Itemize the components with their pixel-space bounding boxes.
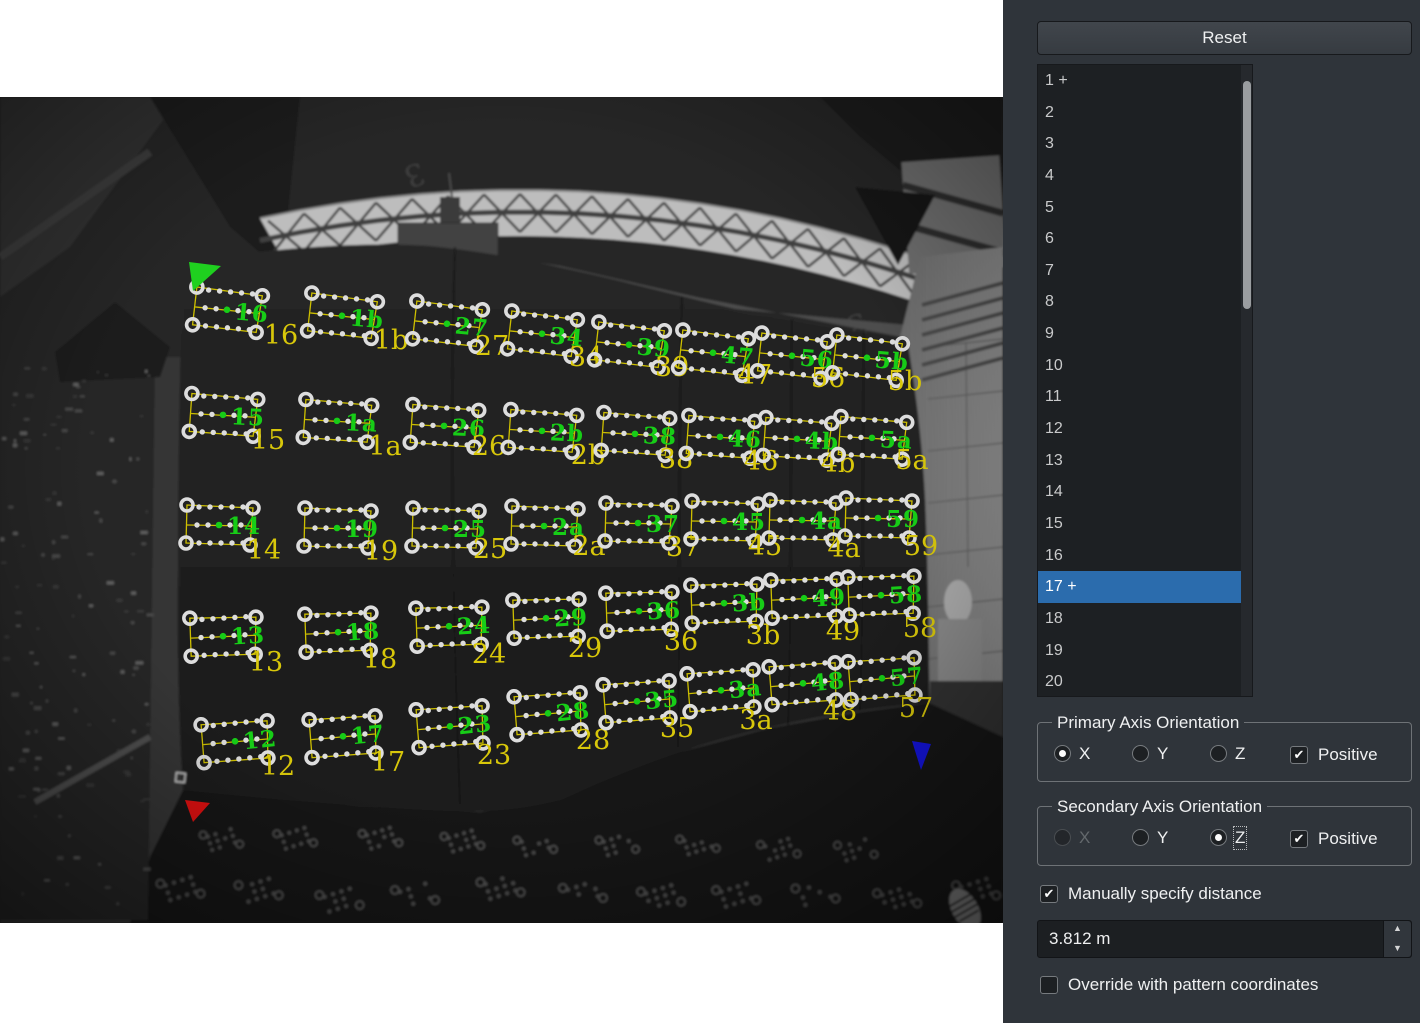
primary-radio-label-x: X bbox=[1079, 744, 1090, 764]
distance-value[interactable]: 3.812 m bbox=[1049, 929, 1110, 949]
svg-text:18: 18 bbox=[363, 644, 397, 675]
reset-button[interactable]: Reset bbox=[1037, 21, 1412, 55]
primary-radio-label-y: Y bbox=[1157, 744, 1168, 764]
secondary-radio-label-x: X bbox=[1079, 828, 1090, 848]
camera-view: 333 bbox=[0, 97, 1003, 923]
svg-text:3a: 3a bbox=[728, 674, 764, 704]
svg-text:19: 19 bbox=[364, 536, 398, 567]
svg-text:57: 57 bbox=[889, 662, 926, 692]
list-item-5[interactable]: 5 bbox=[1038, 192, 1243, 224]
list-item-6[interactable]: 6 bbox=[1038, 223, 1243, 255]
svg-text:1a: 1a bbox=[368, 431, 401, 462]
svg-text:24: 24 bbox=[456, 612, 492, 641]
svg-text:23: 23 bbox=[457, 710, 494, 740]
svg-text:36: 36 bbox=[646, 597, 682, 626]
svg-text:35: 35 bbox=[644, 685, 681, 715]
svg-text:48: 48 bbox=[823, 696, 857, 727]
svg-text:59: 59 bbox=[904, 531, 938, 562]
svg-text:5b: 5b bbox=[888, 366, 922, 397]
list-item-16[interactable]: 16 bbox=[1038, 540, 1243, 572]
primary-axis-group: Primary Axis Orientation XYZ Positive bbox=[1037, 722, 1412, 782]
list-item-19[interactable]: 19 bbox=[1038, 635, 1243, 667]
primary-positive-checkbox[interactable] bbox=[1290, 746, 1308, 764]
svg-text:1b: 1b bbox=[374, 325, 408, 356]
svg-text:48: 48 bbox=[810, 667, 847, 697]
secondary-radio-y[interactable] bbox=[1132, 829, 1149, 846]
list-item-11[interactable]: 11 bbox=[1038, 381, 1243, 413]
svg-text:58: 58 bbox=[903, 613, 937, 644]
svg-text:5a: 5a bbox=[895, 445, 928, 476]
list-scrollbar-thumb[interactable] bbox=[1243, 81, 1251, 309]
distance-spinbox[interactable]: 3.812 m ▲ ▼ bbox=[1037, 920, 1412, 958]
primary-radio-label-z: Z bbox=[1235, 744, 1245, 764]
svg-text:24: 24 bbox=[472, 639, 506, 670]
list-item-4[interactable]: 4 bbox=[1038, 160, 1243, 192]
secondary-axis-group: Secondary Axis Orientation XYZ Positive bbox=[1037, 806, 1412, 866]
primary-radio-y[interactable] bbox=[1132, 745, 1149, 762]
svg-text:58: 58 bbox=[888, 581, 924, 610]
primary-radio-x[interactable] bbox=[1054, 745, 1071, 762]
svg-text:15: 15 bbox=[251, 425, 285, 456]
manual-distance-checkbox[interactable] bbox=[1040, 885, 1058, 903]
list-item-18[interactable]: 18 bbox=[1038, 603, 1243, 635]
list-item-2[interactable]: 2 bbox=[1038, 97, 1243, 129]
svg-text:18: 18 bbox=[345, 618, 381, 647]
svg-text:16: 16 bbox=[264, 320, 298, 351]
primary-positive-label: Positive bbox=[1318, 745, 1378, 765]
svg-text:29: 29 bbox=[568, 633, 602, 664]
list-item-20[interactable]: 20 bbox=[1038, 666, 1243, 697]
svg-text:4a: 4a bbox=[810, 508, 843, 535]
svg-text:57: 57 bbox=[899, 693, 933, 724]
list-item-8[interactable]: 8 bbox=[1038, 286, 1243, 318]
list-item-7[interactable]: 7 bbox=[1038, 255, 1243, 287]
secondary-radio-label-z: Z bbox=[1235, 828, 1245, 848]
app-window: 333 bbox=[0, 0, 1420, 1023]
svg-text:49: 49 bbox=[826, 616, 860, 647]
list-item-15[interactable]: 15 bbox=[1038, 508, 1243, 540]
list-scrollbar[interactable] bbox=[1241, 65, 1252, 696]
list-item-12[interactable]: 12 bbox=[1038, 413, 1243, 445]
svg-text:17: 17 bbox=[371, 747, 405, 778]
list-item-1[interactable]: 1 + bbox=[1038, 65, 1243, 97]
spin-up-icon[interactable]: ▲ bbox=[1384, 923, 1411, 941]
settings-panel: Reset 1 +234567891011121314151617 +18192… bbox=[1003, 0, 1420, 1023]
svg-text:59: 59 bbox=[886, 506, 920, 533]
svg-text:34: 34 bbox=[569, 342, 603, 373]
secondary-positive-label: Positive bbox=[1318, 829, 1378, 849]
list-item-13[interactable]: 13 bbox=[1038, 445, 1243, 477]
spin-down-icon[interactable]: ▼ bbox=[1384, 943, 1411, 961]
camera-image: 333 bbox=[0, 97, 1003, 923]
svg-text:17: 17 bbox=[350, 720, 387, 750]
city-backdrop bbox=[0, 337, 155, 920]
svg-text:28: 28 bbox=[555, 697, 592, 727]
pattern-list[interactable]: 1 +234567891011121314151617 +181920 bbox=[1037, 64, 1253, 697]
secondary-positive-checkbox[interactable] bbox=[1290, 830, 1308, 848]
svg-text:12: 12 bbox=[261, 751, 295, 782]
primary-radio-z[interactable] bbox=[1210, 745, 1227, 762]
svg-text:4a: 4a bbox=[827, 533, 860, 564]
photo-background: 333 bbox=[0, 97, 1003, 923]
list-item-3[interactable]: 3 bbox=[1038, 128, 1243, 160]
secondary-radio-z[interactable] bbox=[1210, 829, 1227, 846]
secondary-radio-label-y: Y bbox=[1157, 828, 1168, 848]
svg-text:23: 23 bbox=[477, 740, 511, 771]
svg-text:13: 13 bbox=[249, 647, 283, 678]
list-item-17[interactable]: 17 + bbox=[1038, 571, 1243, 603]
svg-text:29: 29 bbox=[553, 604, 589, 633]
list-item-9[interactable]: 9 bbox=[1038, 318, 1243, 350]
list-item-14[interactable]: 14 bbox=[1038, 476, 1243, 508]
svg-text:3b: 3b bbox=[731, 589, 767, 618]
override-label: Override with pattern coordinates bbox=[1068, 975, 1318, 995]
spin-buttons: ▲ ▼ bbox=[1383, 921, 1411, 957]
svg-text:14: 14 bbox=[247, 535, 281, 566]
secondary-radio-x bbox=[1054, 829, 1071, 846]
manual-distance-label: Manually specify distance bbox=[1068, 884, 1262, 904]
list-item-10[interactable]: 10 bbox=[1038, 350, 1243, 382]
svg-text:25: 25 bbox=[473, 534, 507, 565]
svg-text:49: 49 bbox=[811, 584, 847, 613]
override-checkbox[interactable] bbox=[1040, 976, 1058, 994]
